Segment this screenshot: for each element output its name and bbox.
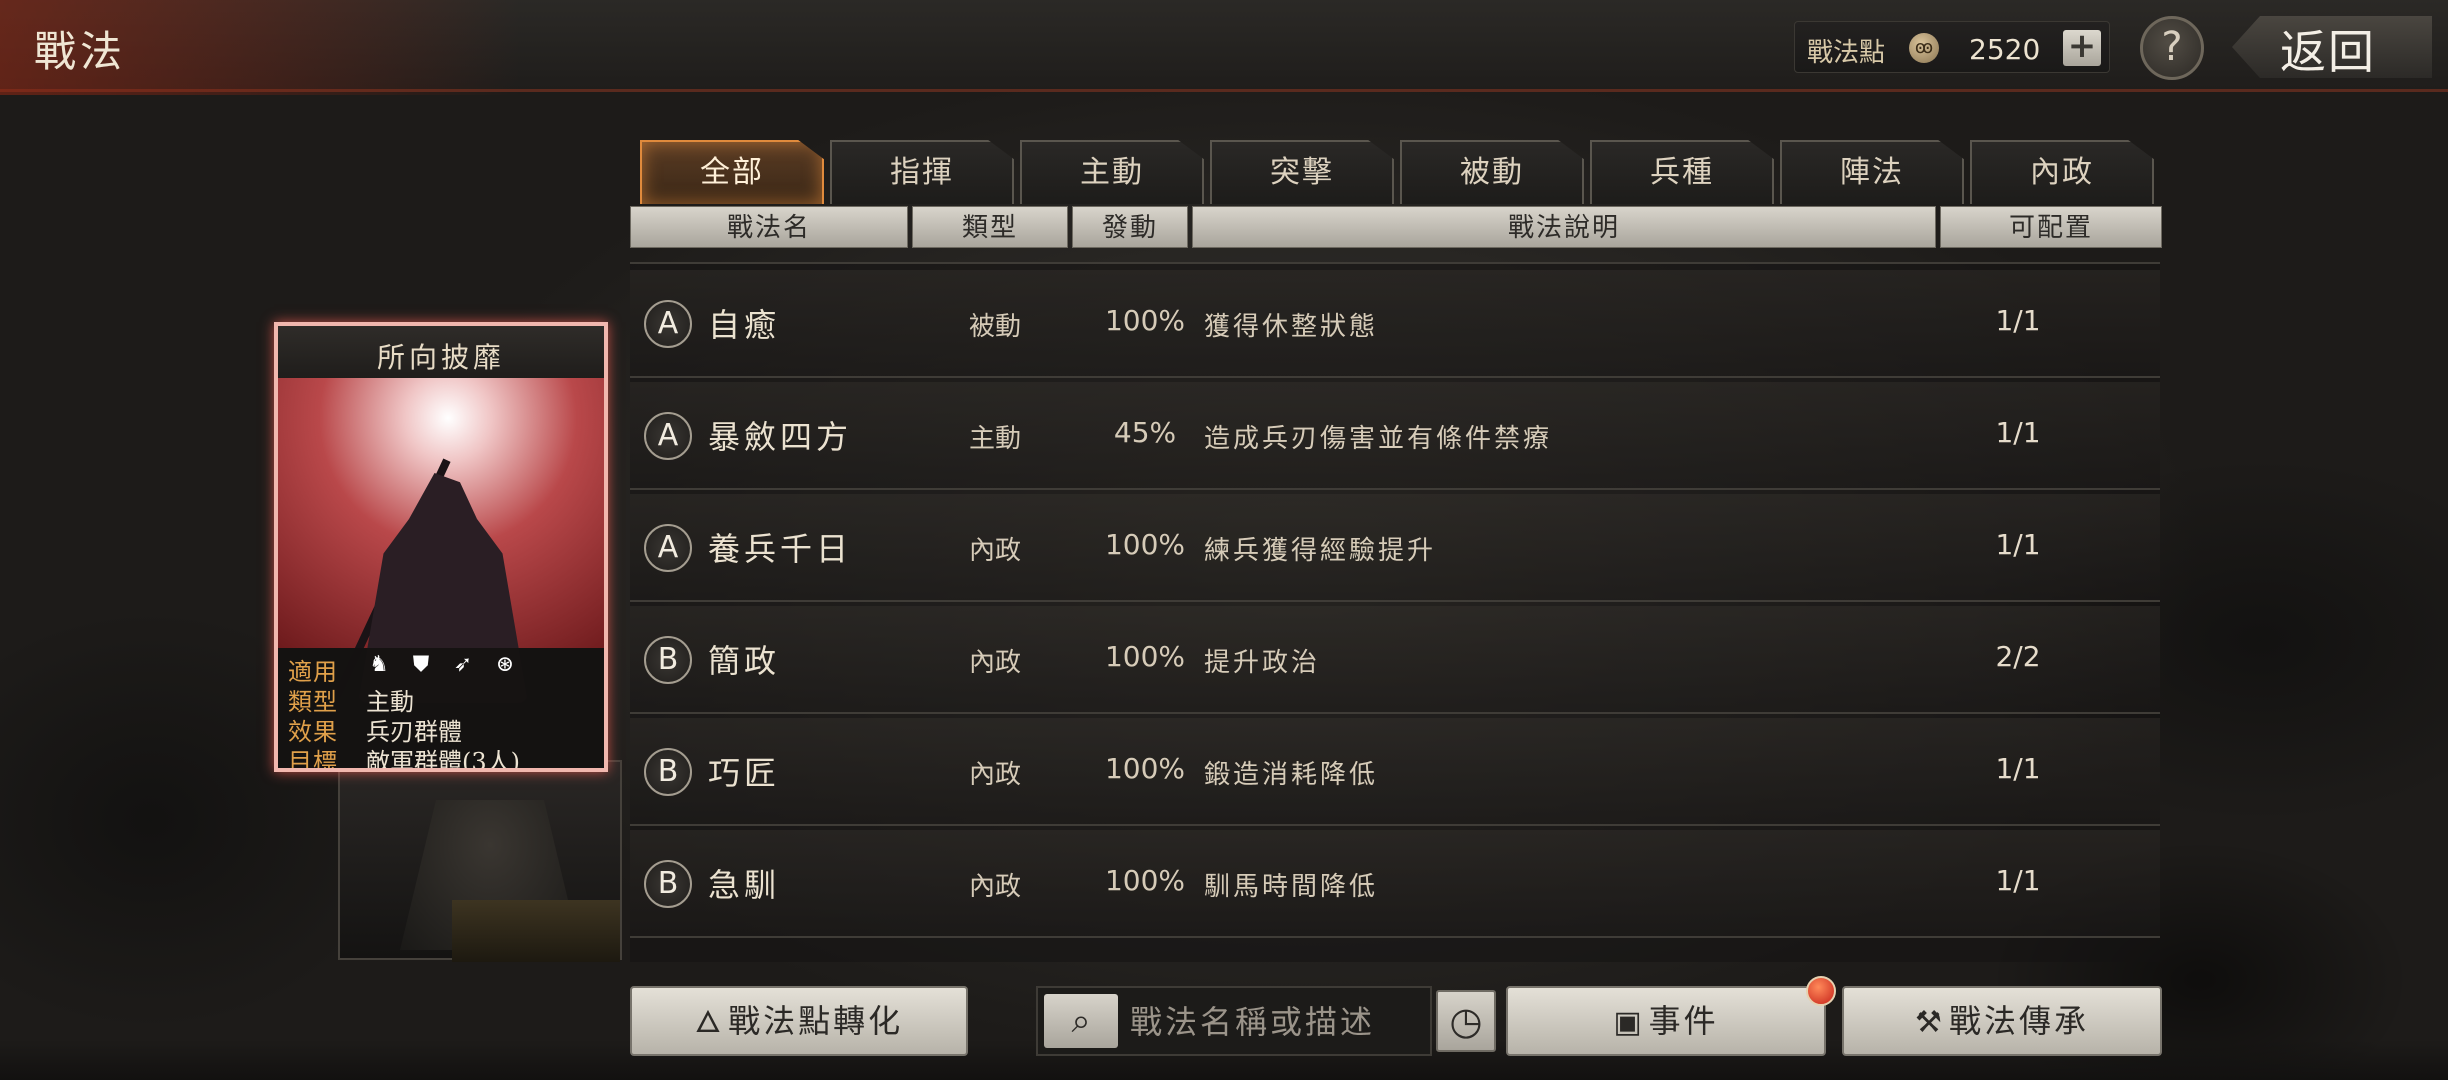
- tactics-list[interactable]: A 自癒 被動 100% 獲得休整狀態 1/1 A 暴斂四方 主動 45% 造成…: [630, 262, 2160, 962]
- tactic-type: 被動: [968, 312, 1021, 342]
- tactic-slots: 1/1: [1995, 752, 2041, 785]
- hammer-icon: ⚒: [1915, 1005, 1945, 1040]
- grade-badge: A: [644, 412, 692, 460]
- grade-badge: A: [644, 524, 692, 572]
- tactic-points-label: 戰法點: [1807, 38, 1886, 68]
- events-label: 事件: [1648, 1002, 1719, 1040]
- tab-passive[interactable]: 被動: [1400, 140, 1584, 204]
- card-info-panel: 適用 ♞ ⛊ ➶ ⊛ 類型 主動 效果 兵刃群體 目標 敵軍群體(3人): [278, 648, 604, 772]
- tactic-row[interactable]: B 急馴 內政 100% 馴馬時間降低 1/1: [630, 830, 2160, 938]
- tactic-type: 內政: [968, 872, 1021, 902]
- tactic-description: 提升政治: [1204, 648, 1321, 678]
- tab-domestic[interactable]: 內政: [1970, 140, 2154, 204]
- tactic-row[interactable]: B 巧匠 內政 100% 鍛造消耗降低 1/1: [630, 718, 2160, 826]
- tab-command[interactable]: 指揮: [830, 140, 1014, 204]
- grade-badge: B: [644, 636, 692, 684]
- back-button-label[interactable]: 返回: [2280, 16, 2376, 82]
- cavalry-icon: ♞: [369, 652, 389, 677]
- tactic-name: 急馴: [708, 866, 781, 904]
- shield-icon: ⛊: [412, 652, 430, 677]
- tactic-type: 內政: [968, 760, 1021, 790]
- book-icon: ▣: [1613, 1005, 1645, 1040]
- tactic-rate: 100%: [1104, 640, 1186, 673]
- tab-all[interactable]: 全部: [640, 140, 824, 204]
- tactic-rate: 100%: [1104, 752, 1186, 785]
- tactic-type: 主動: [968, 424, 1021, 454]
- tactic-description: 練兵獲得經驗提升: [1204, 536, 1437, 566]
- convert-points-label: 戰法點轉化: [728, 1002, 904, 1040]
- tactic-slots: 1/1: [1995, 528, 2041, 561]
- tactic-type: 內政: [968, 648, 1021, 678]
- column-header-slots[interactable]: 可配置: [1940, 206, 2162, 248]
- tactic-row[interactable]: A 養兵千日 內政 100% 練兵獲得經驗提升 1/1: [630, 494, 2160, 602]
- tactic-name: 暴斂四方: [708, 418, 853, 456]
- tactic-description: 造成兵刃傷害並有條件禁療: [1204, 424, 1553, 454]
- tactic-type: 內政: [968, 536, 1021, 566]
- troop-icons: ♞ ⛊ ➶ ⊛: [366, 652, 518, 678]
- tactic-rate: 100%: [1104, 528, 1186, 561]
- search-bar: ⌕: [1036, 986, 1432, 1056]
- tactic-points-value: 2520: [1969, 33, 2041, 66]
- add-points-button[interactable]: +: [2063, 29, 2101, 66]
- tactic-slots: 1/1: [1995, 416, 2041, 449]
- tactic-rate: 45%: [1113, 416, 1177, 449]
- notification-badge: [1806, 976, 1836, 1006]
- grade-badge: B: [644, 860, 692, 908]
- tab-active[interactable]: 主動: [1020, 140, 1204, 204]
- tab-formation[interactable]: 陣法: [1780, 140, 1964, 204]
- tactic-rate: 100%: [1104, 304, 1186, 337]
- tactic-inherit-label: 戰法傳承: [1948, 1002, 2089, 1040]
- clock-icon[interactable]: ◷: [1436, 990, 1496, 1052]
- tactic-inherit-button[interactable]: ⚒ 戰法傳承: [1842, 986, 2162, 1056]
- card-target-key: 目標: [288, 748, 338, 772]
- search-input[interactable]: [1130, 1000, 1426, 1044]
- card-target-value: 敵軍群體(3人): [366, 748, 520, 772]
- events-button[interactable]: ▣ 事件: [1506, 986, 1826, 1056]
- tactic-point-coin-icon: ꙭ: [1909, 33, 1939, 63]
- tactic-slots: 1/1: [1995, 864, 2041, 897]
- search-icon[interactable]: ⌕: [1044, 994, 1118, 1048]
- wheel-icon: ⊛: [495, 652, 515, 677]
- column-header-description: 戰法說明: [1192, 206, 1936, 248]
- grade-badge: A: [644, 300, 692, 348]
- tactic-name: 簡政: [708, 642, 781, 680]
- tactic-name: 養兵千日: [708, 530, 853, 568]
- tab-assault[interactable]: 突擊: [1210, 140, 1394, 204]
- help-button[interactable]: ?: [2140, 16, 2204, 80]
- tactic-slots: 1/1: [1995, 304, 2041, 337]
- tactic-name: 自癒: [708, 306, 781, 344]
- card-stack-peek: [452, 900, 620, 962]
- grade-badge: B: [644, 748, 692, 796]
- list-divider: [630, 262, 2160, 264]
- tactic-name: 巧匠: [708, 754, 781, 792]
- tactic-description: 鍛造消耗降低: [1204, 760, 1379, 790]
- tactic-row[interactable]: A 自癒 被動 100% 獲得休整狀態 1/1: [630, 270, 2160, 378]
- tactic-description: 獲得休整狀態: [1204, 312, 1379, 342]
- column-header-name[interactable]: 戰法名: [630, 206, 908, 248]
- card-title: 所向披靡: [376, 341, 505, 374]
- tactic-row[interactable]: A 暴斂四方 主動 45% 造成兵刃傷害並有條件禁療 1/1: [630, 382, 2160, 490]
- tab-troop-type[interactable]: 兵種: [1590, 140, 1774, 204]
- page-title: 戰法: [34, 27, 127, 76]
- flame-icon: 🜂: [694, 1005, 725, 1040]
- column-header-rate[interactable]: 發動: [1072, 206, 1188, 248]
- convert-points-button[interactable]: 🜂 戰法點轉化: [630, 986, 968, 1056]
- tactic-points-box: 戰法點 ꙭ 2520 +: [1794, 21, 2110, 73]
- tactic-description: 馴馬時間降低: [1204, 872, 1379, 902]
- column-header-type[interactable]: 類型: [912, 206, 1068, 248]
- tactic-card[interactable]: 所向披靡 適用 ♞ ⛊ ➶ ⊛ 類型 主動 效果 兵刃群體 目標 敵軍群體(3人…: [274, 322, 608, 772]
- tactic-slots: 2/2: [1995, 640, 2041, 673]
- archer-icon: ➶: [453, 652, 473, 677]
- card-artwork: [278, 378, 604, 703]
- tactic-rate: 100%: [1104, 864, 1186, 897]
- tactic-row[interactable]: B 簡政 內政 100% 提升政治 2/2: [630, 606, 2160, 714]
